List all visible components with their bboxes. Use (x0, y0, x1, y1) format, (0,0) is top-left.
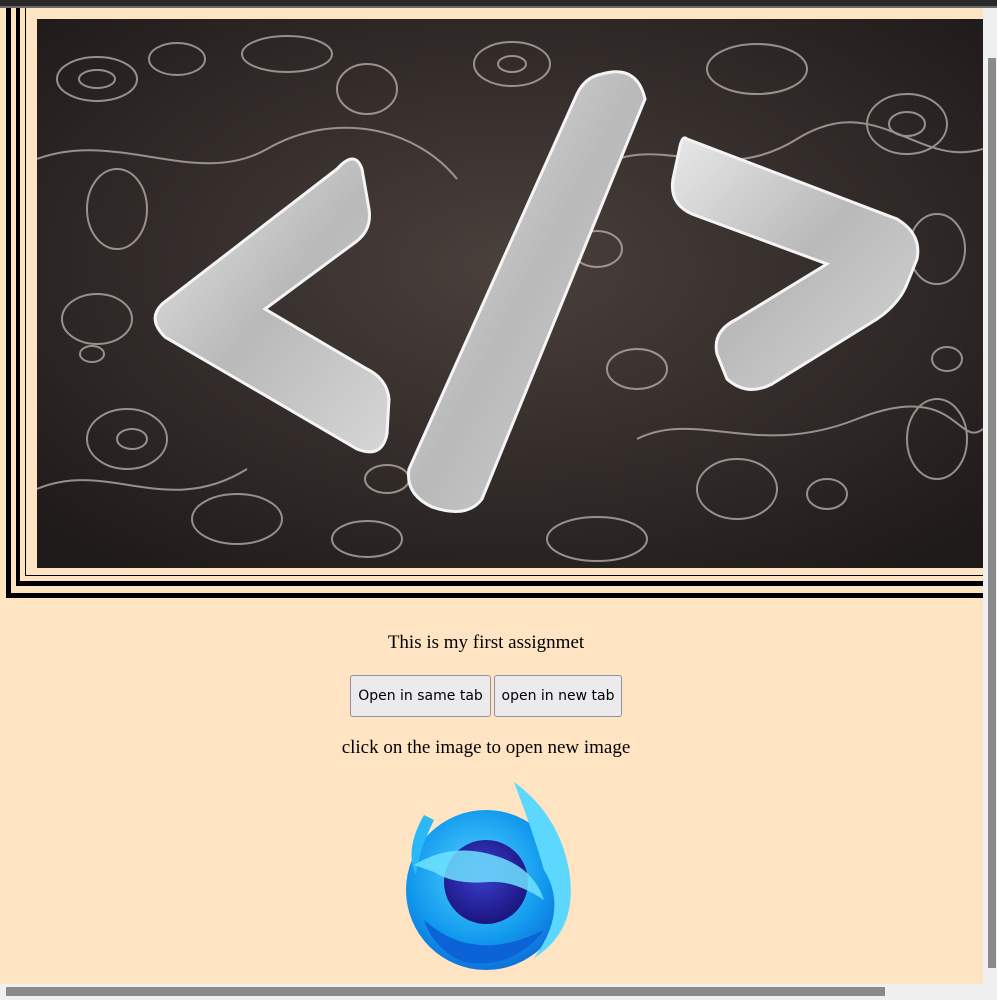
firefox-logo-image[interactable] (394, 780, 580, 972)
vertical-scrollbar-thumb[interactable] (988, 58, 996, 968)
code-brackets-image[interactable] (37, 19, 983, 568)
code-brackets-icon (37, 19, 983, 568)
firefox-developer-logo-icon (406, 782, 571, 970)
image-hint-text: click on the image to open new image (341, 737, 631, 758)
assignment-caption: This is my first assignmet (387, 632, 585, 653)
open-same-tab-button[interactable]: Open in same tab (350, 675, 491, 717)
open-new-tab-button[interactable]: open in new tab (494, 675, 622, 717)
horizontal-scrollbar-thumb[interactable] (6, 987, 885, 996)
window-top-strip (0, 0, 997, 8)
